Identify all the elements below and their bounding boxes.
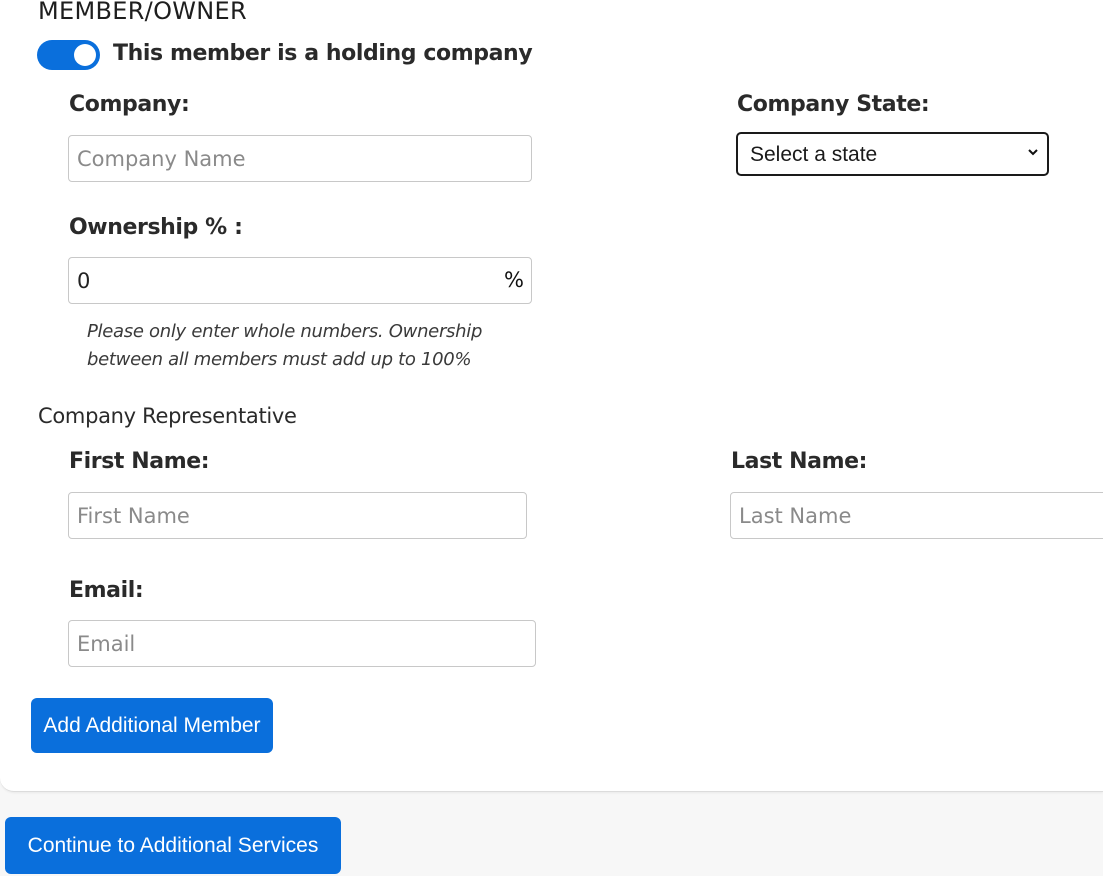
first-name-input[interactable] <box>68 492 527 539</box>
chevron-down-icon <box>1028 149 1038 156</box>
continue-button[interactable]: Continue to Additional Services <box>5 817 341 874</box>
ownership-help-text: Please only enter whole numbers. Ownersh… <box>87 321 483 370</box>
first-name-label: First Name: <box>69 449 210 474</box>
add-additional-member-button[interactable]: Add Additional Member <box>31 698 273 753</box>
section-title: MEMBER/OWNER <box>38 0 247 25</box>
ownership-label: Ownership % : <box>69 215 243 240</box>
percent-suffix: % <box>504 268 524 292</box>
toggle-knob <box>74 44 96 66</box>
last-name-input[interactable] <box>730 492 1103 539</box>
holding-company-toggle-label: This member is a holding company <box>113 41 533 66</box>
ownership-input[interactable] <box>68 257 532 304</box>
last-name-label: Last Name: <box>731 449 868 474</box>
email-label: Email: <box>69 578 144 603</box>
member-owner-card: MEMBER/OWNER This member is a holding co… <box>0 0 1103 792</box>
holding-company-toggle[interactable] <box>37 40 100 70</box>
company-name-input[interactable] <box>68 135 532 182</box>
company-state-selected: Select a state <box>750 143 878 166</box>
company-state-select[interactable]: Select a state <box>736 132 1049 176</box>
company-label: Company: <box>69 92 190 117</box>
company-state-label: Company State: <box>737 92 930 117</box>
email-input[interactable] <box>68 620 536 667</box>
company-representative-heading: Company Representative <box>38 404 297 428</box>
